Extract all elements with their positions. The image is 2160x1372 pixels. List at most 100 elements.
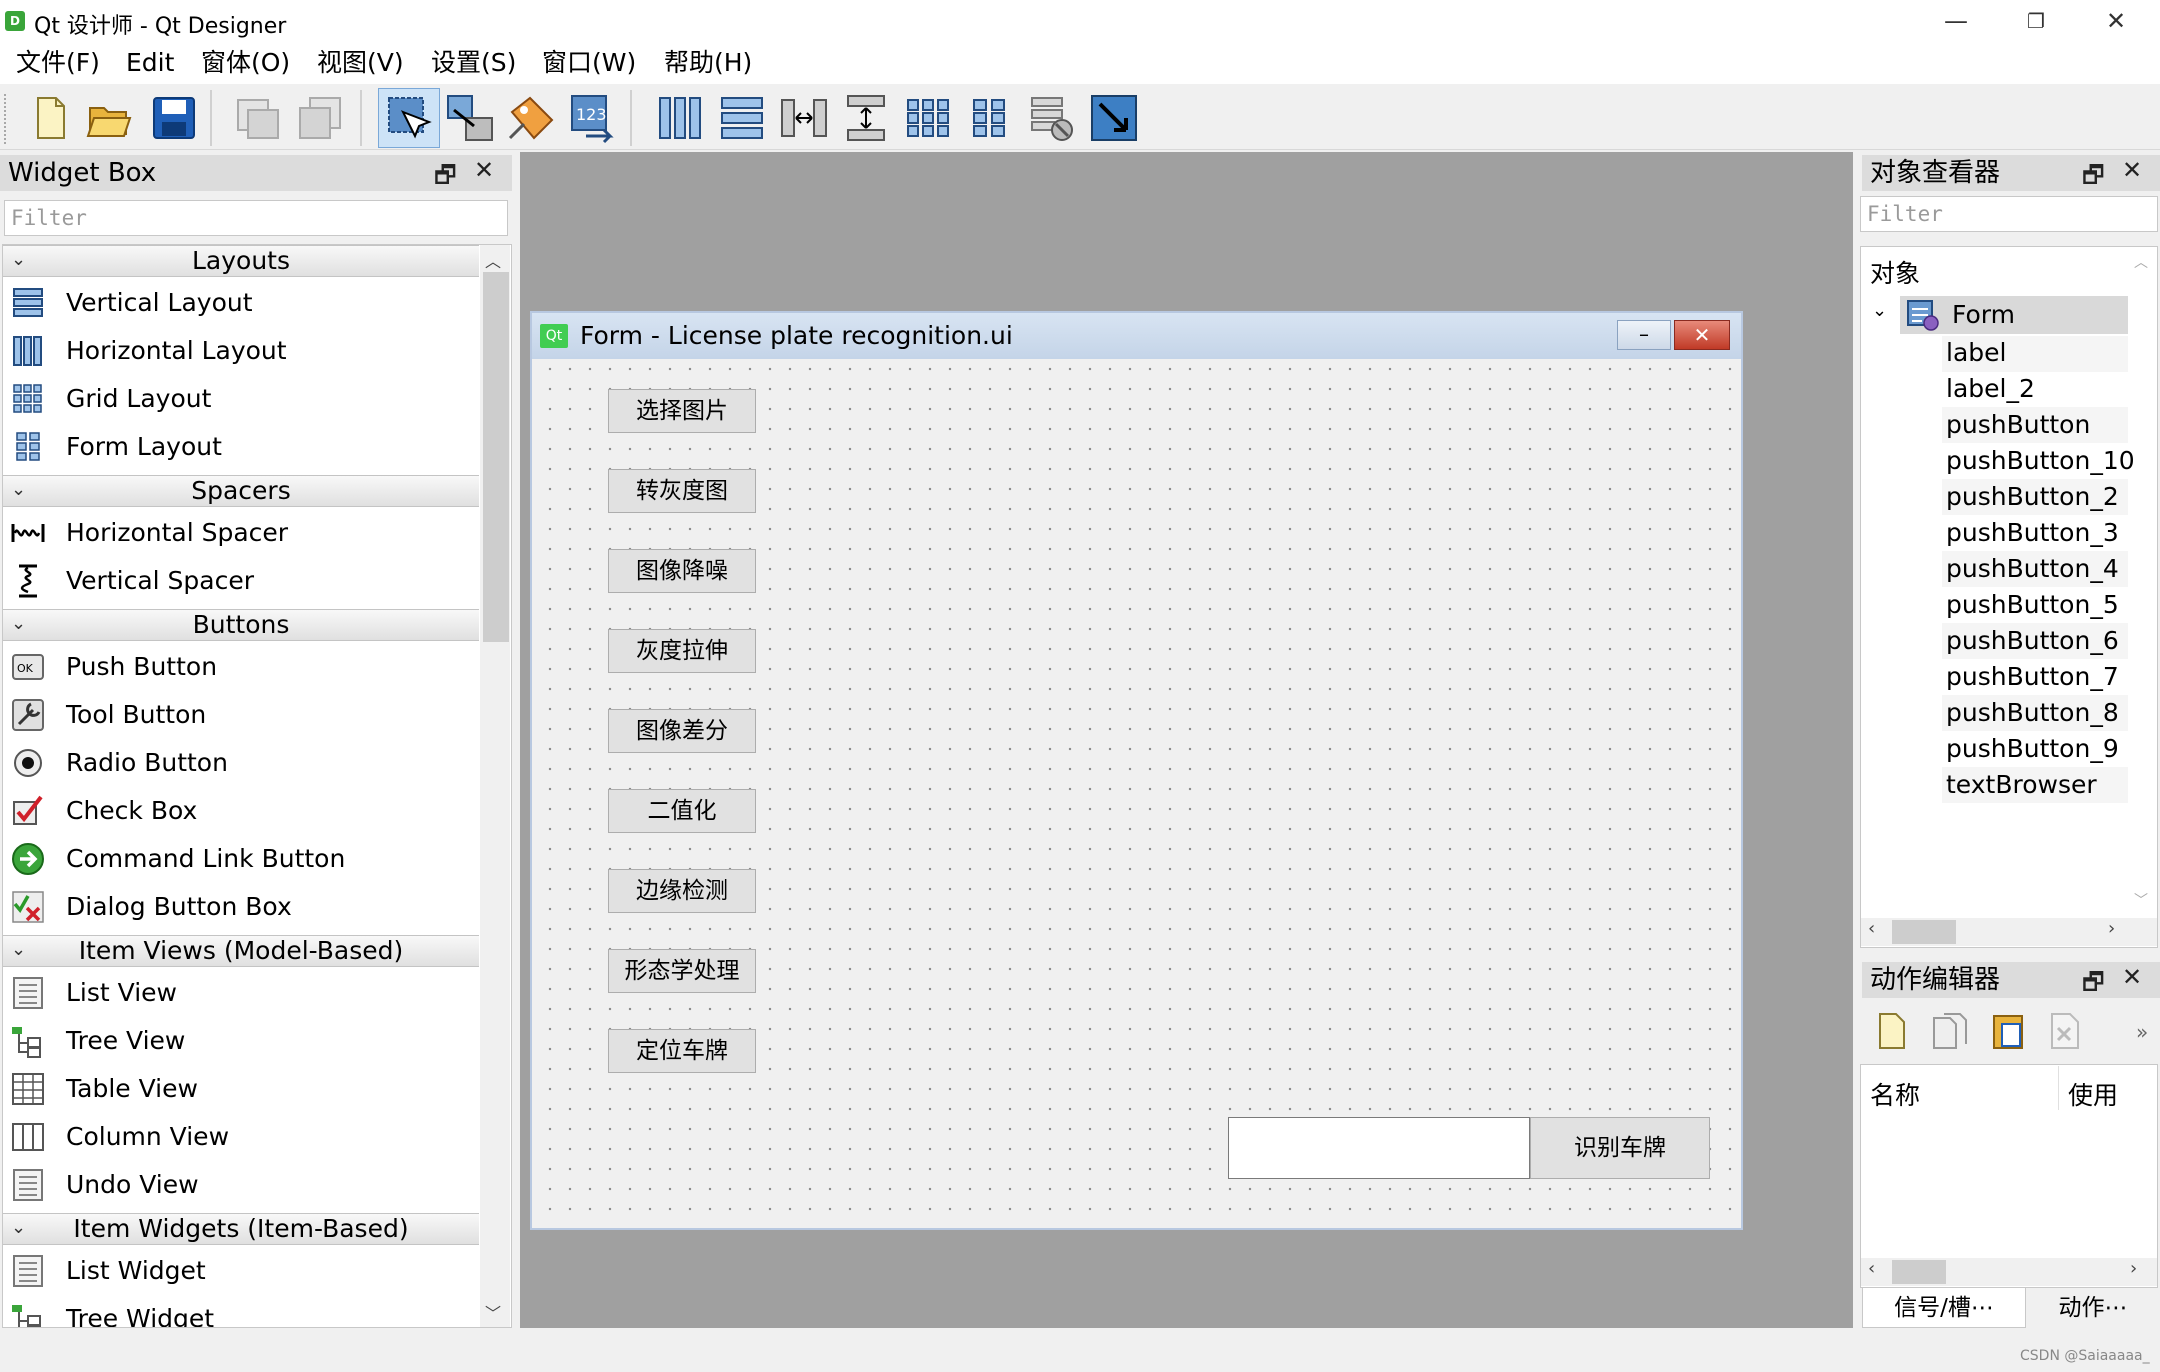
category-item-views[interactable]: ⌄ Item Views (Model-Based)	[3, 935, 479, 967]
binarize-button[interactable]: 二值化	[608, 789, 756, 833]
widget-tree-view[interactable]: Tree View	[3, 1017, 479, 1065]
copy-window-icon[interactable]	[232, 92, 284, 144]
lay-out-horizontally-icon[interactable]	[654, 92, 706, 144]
menu-settings[interactable]: 设置(S)	[431, 46, 516, 80]
widget-horizontal-spacer[interactable]: Horizontal Spacer	[3, 509, 479, 557]
lay-out-grid-icon[interactable]	[902, 92, 954, 144]
grayscale-button[interactable]: 转灰度图	[608, 469, 756, 513]
category-buttons[interactable]: ⌄ Buttons	[3, 609, 479, 641]
menu-view[interactable]: 视图(V)	[317, 46, 404, 80]
result-text-field[interactable]	[1228, 1117, 1530, 1179]
tree-item[interactable]: pushButton_4	[1946, 551, 2119, 587]
minimize-icon[interactable]: —	[1922, 0, 1990, 42]
tab-actions[interactable]: 动作⋯	[2028, 1288, 2158, 1328]
gray-stretch-button[interactable]: 灰度拉伸	[608, 629, 756, 673]
widget-dialog-button-box[interactable]: Dialog Button Box	[3, 883, 479, 931]
form-canvas[interactable]: 选择图片 转灰度图 图像降噪 灰度拉伸 图像差分 二值化 边缘检测 形态学处理 …	[540, 359, 1733, 1225]
widget-vertical-spacer[interactable]: Vertical Spacer	[3, 557, 479, 605]
locate-plate-button[interactable]: 定位车牌	[608, 1029, 756, 1073]
morphology-button[interactable]: 形态学处理	[608, 949, 756, 993]
menu-window[interactable]: 窗口(W)	[542, 46, 636, 80]
edit-widgets-icon[interactable]	[383, 92, 435, 144]
widget-tool-button[interactable]: Tool Button	[3, 691, 479, 739]
close-icon[interactable]: ✕	[2082, 0, 2150, 42]
category-spacers[interactable]: ⌄ Spacers	[3, 475, 479, 507]
float-panel-icon[interactable]: 🗗	[434, 158, 457, 199]
tree-item[interactable]: pushButton_9	[1946, 731, 2119, 767]
scroll-right-icon[interactable]: ›	[2130, 1258, 2137, 1279]
vertical-splitter-icon[interactable]	[840, 92, 892, 144]
horizontal-splitter-icon[interactable]	[778, 92, 830, 144]
widget-form-layout[interactable]: Form Layout	[3, 423, 479, 471]
edge-detect-button[interactable]: 边缘检测	[608, 869, 756, 913]
scroll-down-icon[interactable]: ﹀	[485, 1300, 501, 1324]
edit-buddies-icon[interactable]	[506, 92, 558, 144]
overflow-chevron-icon[interactable]: »	[2136, 1020, 2148, 1044]
widget-radio-button[interactable]: Radio Button	[3, 739, 479, 787]
scroll-left-icon[interactable]: ‹	[1868, 1258, 1875, 1279]
tree-item[interactable]: pushButton_8	[1946, 695, 2119, 731]
menu-file[interactable]: 文件(F)	[16, 46, 100, 80]
tree-item[interactable]: pushButton_10	[1946, 443, 2135, 479]
tree-scroll-up-icon[interactable]: ︿	[2134, 252, 2148, 272]
recognize-plate-button[interactable]: 识别车牌	[1530, 1117, 1710, 1179]
scroll-up-icon[interactable]: ︿	[485, 248, 501, 272]
widget-box-filter-input[interactable]: Filter	[4, 200, 508, 236]
widget-grid-layout[interactable]: Grid Layout	[3, 375, 479, 423]
delete-action-icon[interactable]	[2046, 1010, 2086, 1052]
close-panel-icon[interactable]: ✕	[2122, 156, 2142, 184]
widget-check-box[interactable]: Check Box	[3, 787, 479, 835]
close-panel-icon[interactable]: ✕	[2122, 963, 2142, 991]
scroll-right-icon[interactable]: ›	[2108, 918, 2115, 939]
select-image-button[interactable]: 选择图片	[608, 389, 756, 433]
tree-item[interactable]: pushButton_7	[1946, 659, 2119, 695]
new-action-icon[interactable]	[1872, 1010, 1912, 1052]
widget-tree-widget[interactable]: Tree Widget	[3, 1295, 479, 1327]
widget-command-link-button[interactable]: Command Link Button	[3, 835, 479, 883]
break-layout-icon[interactable]	[1026, 92, 1078, 144]
widget-undo-view[interactable]: Undo View	[3, 1161, 479, 1209]
widget-horizontal-layout[interactable]: Horizontal Layout	[3, 327, 479, 375]
tree-item[interactable]: pushButton_2	[1946, 479, 2119, 515]
form-close-icon[interactable]: ✕	[1674, 320, 1730, 350]
menu-edit[interactable]: Edit	[126, 46, 174, 80]
float-panel-icon[interactable]: 🗗	[2082, 965, 2105, 1006]
float-panel-icon[interactable]: 🗗	[2082, 158, 2105, 199]
edit-signals-slots-icon[interactable]	[444, 92, 496, 144]
copy-action-icon[interactable]	[1930, 1010, 1970, 1052]
action-col-name[interactable]: 名称	[1870, 1076, 1920, 1112]
lay-out-form-icon[interactable]	[964, 92, 1016, 144]
menu-help[interactable]: 帮助(H)	[664, 46, 752, 80]
action-col-used[interactable]: 使用	[2068, 1076, 2118, 1112]
category-layouts[interactable]: ⌄ Layouts	[3, 245, 479, 277]
tree-root-form[interactable]: Form	[1952, 297, 2015, 333]
form-window[interactable]: Qt Form - License plate recognition.ui –…	[530, 311, 1743, 1230]
tree-item[interactable]: pushButton_3	[1946, 515, 2119, 551]
close-panel-icon[interactable]: ✕	[474, 156, 494, 184]
tree-item[interactable]: pushButton_5	[1946, 587, 2119, 623]
hscroll-thumb[interactable]	[1892, 920, 1956, 944]
paste-action-icon[interactable]	[1988, 1010, 2028, 1052]
tab-signals-slots[interactable]: 信号/槽⋯	[1862, 1288, 2026, 1328]
tree-item[interactable]: label	[1946, 335, 2006, 371]
object-filter-input[interactable]: Filter	[1860, 196, 2158, 232]
widget-push-button[interactable]: OK Push Button	[3, 643, 479, 691]
paste-window-icon[interactable]	[294, 92, 346, 144]
widget-vertical-layout[interactable]: Vertical Layout	[3, 279, 479, 327]
adjust-size-icon[interactable]	[1088, 92, 1140, 144]
scrollbar-thumb[interactable]	[483, 272, 509, 642]
menu-form[interactable]: 窗体(O)	[201, 46, 290, 80]
tree-item[interactable]: pushButton_6	[1946, 623, 2119, 659]
denoise-button[interactable]: 图像降噪	[608, 549, 756, 593]
new-file-icon[interactable]	[24, 92, 76, 144]
form-minimize-icon[interactable]: –	[1617, 320, 1671, 350]
tree-item[interactable]: textBrowser	[1946, 767, 2097, 803]
image-diff-button[interactable]: 图像差分	[608, 709, 756, 753]
restore-icon[interactable]: ❐	[2002, 0, 2070, 42]
widget-column-view[interactable]: Column View	[3, 1113, 479, 1161]
open-folder-icon[interactable]	[84, 92, 136, 144]
edit-tab-order-icon[interactable]: 123	[566, 92, 618, 144]
lay-out-vertically-icon[interactable]	[716, 92, 768, 144]
expand-arrow-icon[interactable]: ⌄	[1872, 300, 1887, 321]
hscroll-thumb[interactable]	[1892, 1260, 1946, 1284]
